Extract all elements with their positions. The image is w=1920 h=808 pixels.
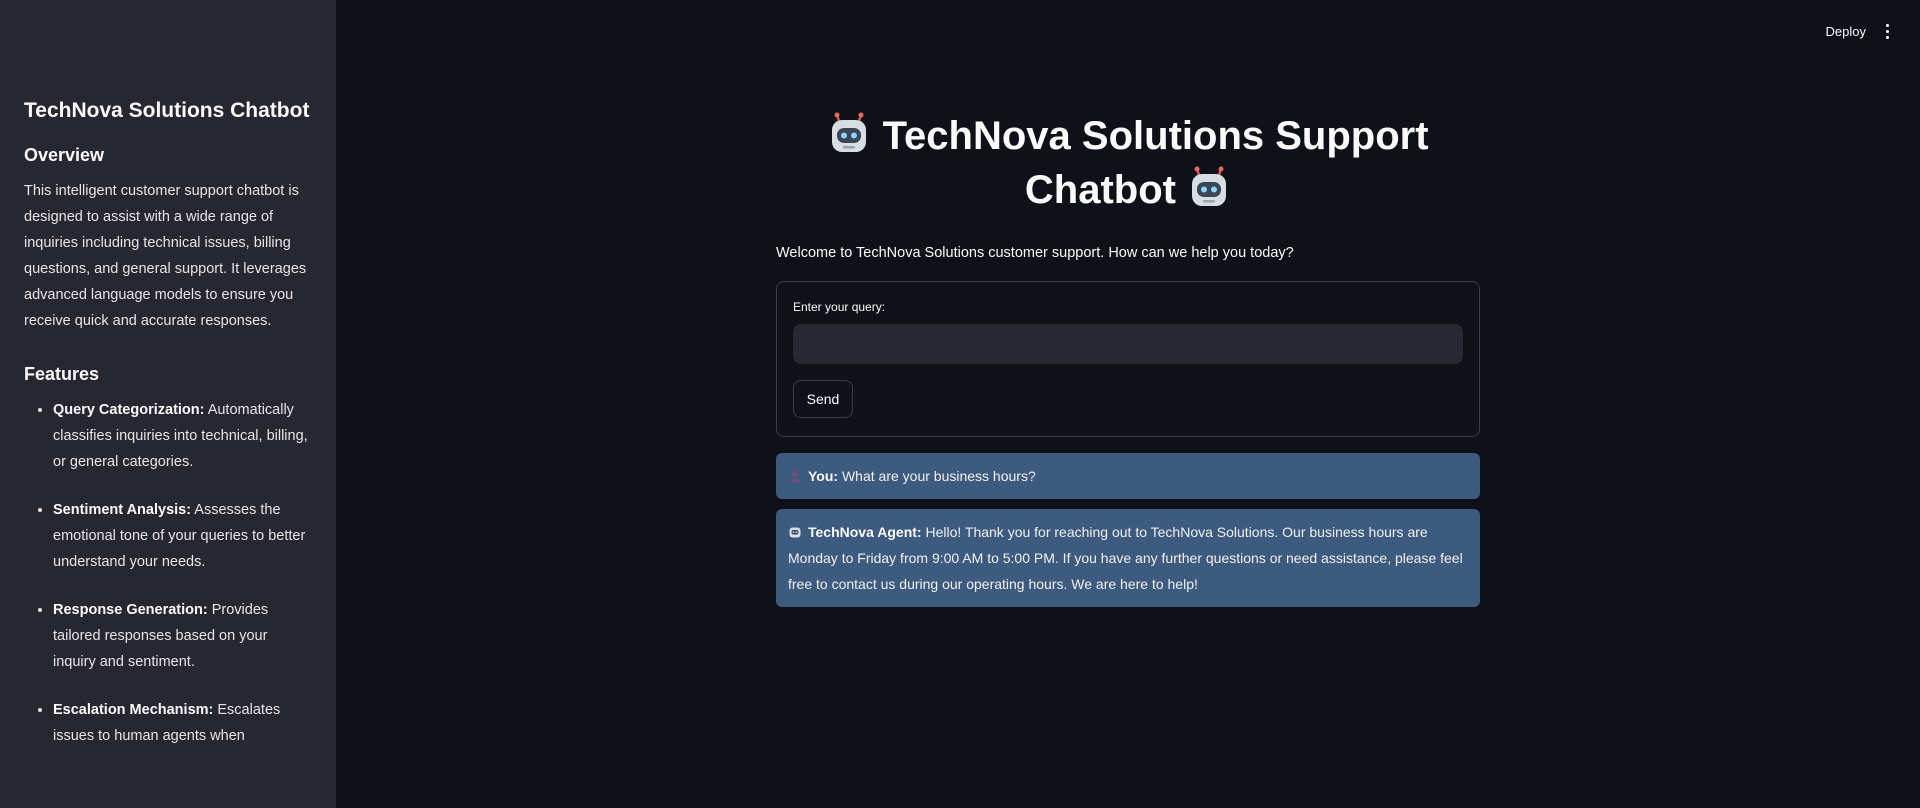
query-input[interactable] — [793, 324, 1463, 364]
app-header: Deploy — [1720, 0, 1920, 62]
feature-name: Sentiment Analysis: — [53, 502, 192, 518]
feature-name: Response Generation: — [53, 602, 208, 618]
features-list: Query Categorization: Automatically clas… — [24, 397, 312, 749]
message-role: You: — [808, 468, 839, 484]
robot-icon — [1187, 165, 1231, 209]
feature-name: Escalation Mechanism: — [53, 702, 214, 718]
sidebar: TechNova Solutions Chatbot Overview This… — [0, 0, 336, 808]
page-title: TechNova Solutions Support Chatbot — [776, 109, 1480, 217]
message-text: What are your business hours? — [838, 468, 1036, 484]
deploy-button[interactable]: Deploy — [1826, 24, 1866, 39]
sidebar-title: TechNova Solutions Chatbot — [24, 99, 310, 122]
main-content: TechNova Solutions Support Chatbot Welco… — [776, 0, 1480, 607]
feature-item: Response Generation: Provides tailored r… — [53, 597, 312, 675]
chat-message-user: You: What are your business hours? — [776, 453, 1480, 499]
message-role: TechNova Agent: — [808, 524, 922, 540]
query-form: Enter your query: Send — [776, 281, 1480, 437]
send-button[interactable]: Send — [793, 380, 853, 418]
feature-item: Query Categorization: Automatically clas… — [53, 397, 312, 475]
page-title-text: TechNova Solutions Support Chatbot — [882, 114, 1429, 212]
query-label: Enter your query: — [793, 300, 886, 314]
user-icon — [789, 470, 801, 482]
welcome-text: Welcome to TechNova Solutions customer s… — [776, 245, 1294, 261]
overview-heading: Overview — [24, 145, 105, 165]
features-heading: Features — [24, 364, 100, 384]
feature-item: Escalation Mechanism: Escalates issues t… — [53, 697, 312, 749]
kebab-menu-icon[interactable] — [1886, 23, 1890, 39]
chat-message-agent: TechNova Agent: Hello! Thank you for rea… — [776, 509, 1480, 607]
feature-name: Query Categorization: — [53, 402, 205, 418]
robot-icon — [827, 111, 871, 155]
robot-icon — [789, 527, 801, 538]
feature-item: Sentiment Analysis: Assesses the emotion… — [53, 497, 312, 575]
overview-text: This intelligent customer support chatbo… — [24, 183, 307, 329]
